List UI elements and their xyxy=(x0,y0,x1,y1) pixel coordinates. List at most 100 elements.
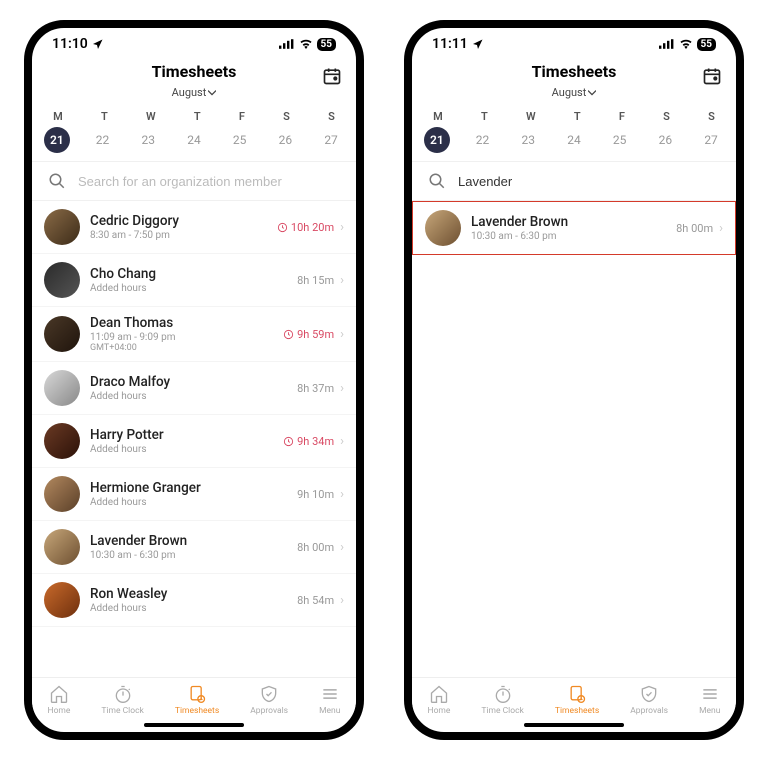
shield-check-icon xyxy=(639,684,659,704)
member-subtitle: Added hours xyxy=(90,391,287,402)
chevron-right-icon: › xyxy=(340,487,344,502)
wifi-icon xyxy=(679,39,693,49)
member-name: Cho Chang xyxy=(90,266,287,282)
member-hours: 8h 54m xyxy=(297,594,334,607)
member-row[interactable]: Draco MalfoyAdded hours8h 37m› xyxy=(32,362,356,415)
calendar-icon[interactable] xyxy=(322,66,342,86)
menu-icon xyxy=(320,684,340,704)
member-subtitle: 8:30 am - 7:50 pm xyxy=(90,230,267,241)
tab-timeclock[interactable]: Time Clock xyxy=(481,684,523,716)
tab-menu[interactable]: Menu xyxy=(699,684,720,716)
timesheets-icon xyxy=(187,684,207,704)
member-list[interactable]: Cedric Diggory8:30 am - 7:50 pm10h 20m›C… xyxy=(32,201,356,677)
member-subtitle: 11:09 am - 9:09 pm xyxy=(90,332,273,343)
chevron-right-icon: › xyxy=(340,273,344,288)
stopwatch-icon xyxy=(113,684,133,704)
avatar xyxy=(44,423,80,459)
phone-right: 11:11 55 Timesheets August MTWTFSS 21 22… xyxy=(404,20,744,740)
avatar xyxy=(44,582,80,618)
timesheets-icon xyxy=(567,684,587,704)
member-list[interactable]: Lavender Brown 10:30 am - 6:30 pm 8h 00m… xyxy=(412,201,736,677)
date-27[interactable]: 27 xyxy=(698,127,724,153)
chevron-right-icon: › xyxy=(340,220,344,235)
tab-bar: Home Time Clock Timesheets Approvals Men… xyxy=(32,677,356,720)
avatar xyxy=(44,262,80,298)
member-name: Harry Potter xyxy=(90,427,273,443)
member-row[interactable]: Cho ChangAdded hours8h 15m› xyxy=(32,254,356,307)
tab-home[interactable]: Home xyxy=(428,684,451,716)
member-name: Cedric Diggory xyxy=(90,213,267,229)
search-input[interactable] xyxy=(458,174,720,189)
home-indicator[interactable] xyxy=(524,723,624,727)
page-header: Timesheets August xyxy=(32,56,356,104)
date-26[interactable]: 26 xyxy=(272,127,298,153)
chevron-right-icon: › xyxy=(340,593,344,608)
member-subtitle: Added hours xyxy=(90,444,273,455)
avatar xyxy=(44,476,80,512)
tab-approvals[interactable]: Approvals xyxy=(250,684,288,716)
avatar xyxy=(44,529,80,565)
status-time: 11:10 xyxy=(52,36,88,52)
date-24[interactable]: 24 xyxy=(561,127,587,153)
search-row xyxy=(412,162,736,201)
member-row[interactable]: Lavender Brown 10:30 am - 6:30 pm 8h 00m… xyxy=(412,201,736,255)
date-25[interactable]: 25 xyxy=(607,127,633,153)
date-27[interactable]: 27 xyxy=(318,127,344,153)
chevron-right-icon: › xyxy=(719,221,723,236)
overtime-icon xyxy=(283,329,294,340)
member-hours: 9h 34m xyxy=(283,435,334,448)
weekday-row: MTWTFSS xyxy=(32,104,356,125)
date-22[interactable]: 22 xyxy=(90,127,116,153)
cell-signal-icon xyxy=(279,39,295,49)
home-icon xyxy=(429,684,449,704)
dates-row: 21 22 23 24 25 26 27 xyxy=(412,125,736,162)
month-selector[interactable]: August xyxy=(172,86,217,99)
tab-timesheets[interactable]: Timesheets xyxy=(175,684,219,716)
wifi-icon xyxy=(299,39,313,49)
member-row[interactable]: Dean Thomas11:09 am - 9:09 pmGMT+04:009h… xyxy=(32,307,356,362)
search-icon xyxy=(428,172,446,190)
tab-menu[interactable]: Menu xyxy=(319,684,340,716)
tab-timesheets[interactable]: Timesheets xyxy=(555,684,599,716)
date-21[interactable]: 21 xyxy=(424,127,450,153)
weekday-row: MTWTFSS xyxy=(412,104,736,125)
home-icon xyxy=(49,684,69,704)
member-name: Ron Weasley xyxy=(90,586,287,602)
date-23[interactable]: 23 xyxy=(515,127,541,153)
member-subtitle: Added hours xyxy=(90,283,287,294)
member-row[interactable]: Cedric Diggory8:30 am - 7:50 pm10h 20m› xyxy=(32,201,356,254)
avatar xyxy=(44,370,80,406)
search-input[interactable] xyxy=(78,174,340,189)
date-25[interactable]: 25 xyxy=(227,127,253,153)
member-hours: 9h 59m xyxy=(283,328,334,341)
tab-approvals[interactable]: Approvals xyxy=(630,684,668,716)
tab-timeclock[interactable]: Time Clock xyxy=(101,684,143,716)
avatar xyxy=(44,316,80,352)
location-icon xyxy=(472,38,484,50)
avatar xyxy=(44,209,80,245)
member-row[interactable]: Lavender Brown10:30 am - 6:30 pm8h 00m› xyxy=(32,521,356,574)
date-22[interactable]: 22 xyxy=(470,127,496,153)
member-row[interactable]: Harry PotterAdded hours9h 34m› xyxy=(32,415,356,468)
search-row xyxy=(32,162,356,201)
date-26[interactable]: 26 xyxy=(652,127,678,153)
calendar-icon[interactable] xyxy=(702,66,722,86)
date-21[interactable]: 21 xyxy=(44,127,70,153)
member-subtitle: 10:30 am - 6:30 pm xyxy=(90,550,287,561)
battery-indicator: 55 xyxy=(317,38,336,51)
member-hours: 8h 37m xyxy=(297,382,334,395)
member-row[interactable]: Hermione GrangerAdded hours9h 10m› xyxy=(32,468,356,521)
menu-icon xyxy=(700,684,720,704)
overtime-icon xyxy=(283,436,294,447)
month-selector[interactable]: August xyxy=(552,86,597,99)
member-row[interactable]: Ron WeasleyAdded hours8h 54m› xyxy=(32,574,356,627)
home-indicator[interactable] xyxy=(144,723,244,727)
overtime-icon xyxy=(277,222,288,233)
chevron-down-icon xyxy=(208,89,216,97)
chevron-right-icon: › xyxy=(340,327,344,342)
tab-home[interactable]: Home xyxy=(48,684,71,716)
date-24[interactable]: 24 xyxy=(181,127,207,153)
battery-indicator: 55 xyxy=(697,38,716,51)
member-name: Draco Malfoy xyxy=(90,374,287,390)
date-23[interactable]: 23 xyxy=(135,127,161,153)
